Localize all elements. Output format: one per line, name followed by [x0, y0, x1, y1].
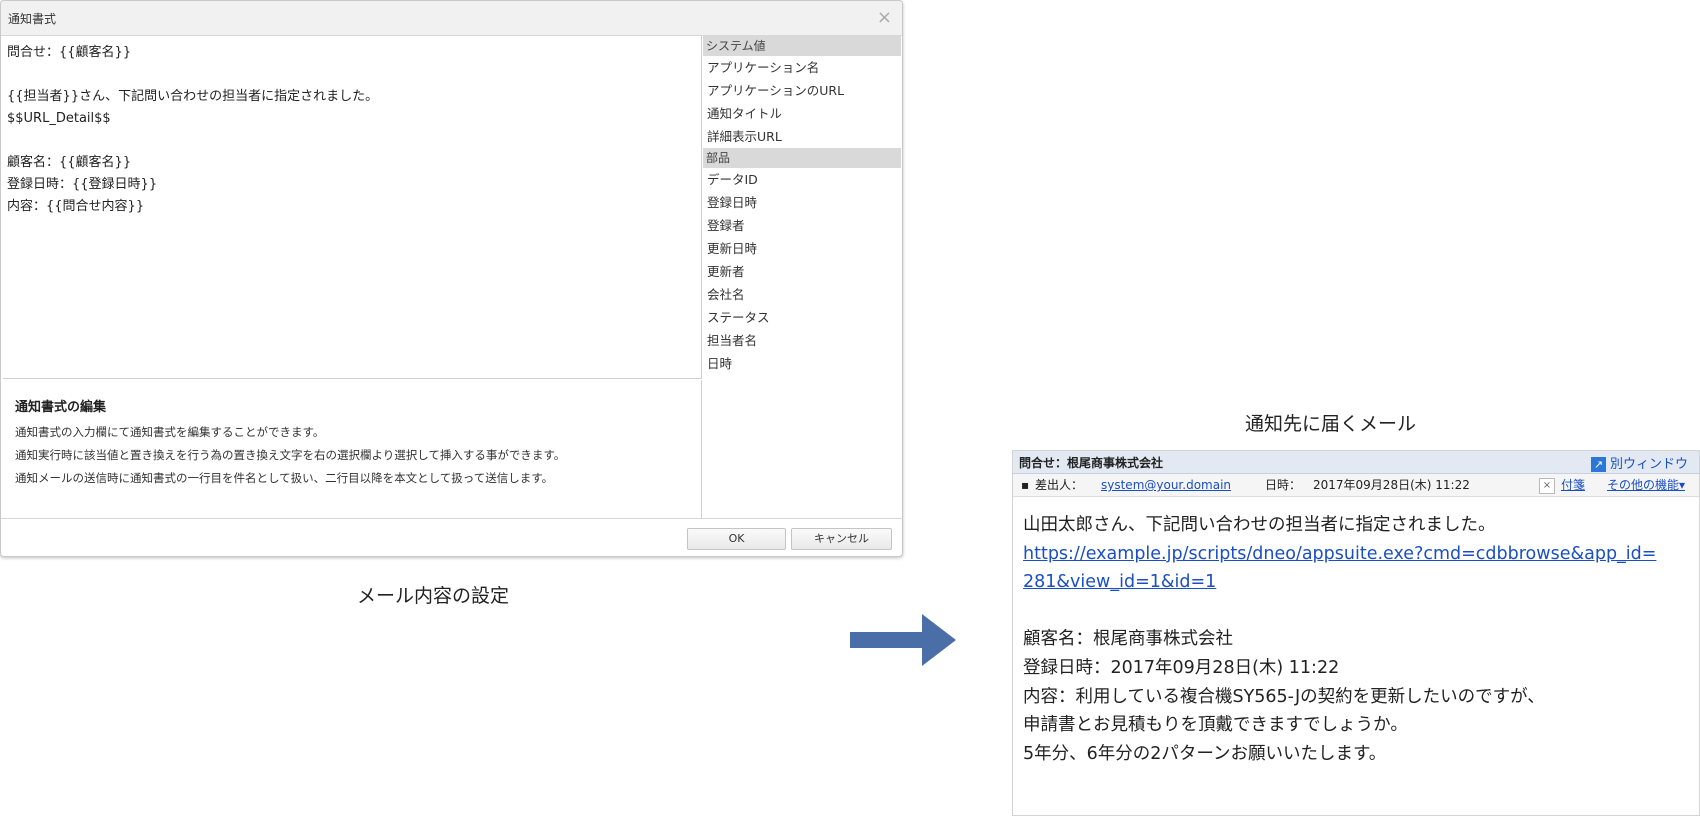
bullet-icon: ▪ — [1021, 478, 1030, 492]
list-item[interactable]: 詳細表示URL — [703, 125, 901, 148]
help-panel: 通知書式の編集 通知書式の入力欄にて通知書式を編集することができます。 通知実行… — [3, 380, 702, 518]
parts-header: 部品 — [703, 148, 901, 168]
list-item[interactable]: 担当者名 — [703, 329, 901, 352]
body-line: 内容：利用している複合機SY565-Jの契約を更新したいのですが、 — [1023, 686, 1545, 707]
caption-received-mail: 通知先に届くメール — [1245, 413, 1417, 435]
list-item[interactable]: 登録日時 — [703, 191, 901, 214]
list-item[interactable]: データID — [703, 168, 901, 191]
dialog-footer: OK キャンセル — [1, 518, 902, 556]
body-line: 山田太郎さん、下記問い合わせの担当者に指定されました。 — [1023, 515, 1496, 535]
format-editor[interactable]: 問合せ：{{顧客名}} {{担当者}}さん、下記問い合わせの担当者に指定されまし… — [3, 36, 702, 379]
body-blank — [1023, 597, 1695, 626]
date-label: 日時： — [1265, 478, 1302, 492]
editor-line: {{担当者}}さん、下記問い合わせの担当者に指定されました。 — [7, 89, 379, 104]
notification-format-dialog: 通知書式 × 問合せ：{{顧客名}} {{担当者}}さん、下記問い合わせの担当者… — [0, 0, 903, 557]
new-window-link[interactable]: ↗ 別ウィンドウ — [1591, 453, 1688, 472]
close-icon[interactable]: × — [877, 7, 892, 28]
list-item[interactable]: 会社名 — [703, 283, 901, 306]
body-line: 登録日時：2017年09月28日(木) 11:22 — [1023, 657, 1340, 678]
list-item[interactable]: 日時 — [703, 352, 901, 375]
ok-button[interactable]: OK — [687, 528, 786, 550]
list-item[interactable]: 更新日時 — [703, 237, 901, 260]
list-item[interactable]: アプリケーションのURL — [703, 79, 901, 102]
placeholder-list: システム値 アプリケーション名 アプリケーションのURL 通知タイトル 詳細表示… — [703, 36, 901, 518]
sender-link[interactable]: system@your.domain — [1101, 474, 1231, 496]
list-item[interactable]: 登録者 — [703, 214, 901, 237]
body-line: 顧客名：根尾商事株式会社 — [1023, 629, 1233, 650]
system-values-header: システム値 — [703, 36, 901, 56]
detail-url-link-cont[interactable]: 281&view_id=1&id=1 — [1023, 568, 1695, 597]
sticky-note-link[interactable]: 付箋 — [1561, 474, 1585, 496]
list-item[interactable]: 通知タイトル — [703, 102, 901, 125]
list-item[interactable]: アプリケーション名 — [703, 56, 901, 79]
help-line: 通知実行時に該当値と置き換えを行う為の置き換え文字を右の選択欄より選択して挿入す… — [15, 448, 566, 462]
sender-label: 差出人： — [1035, 478, 1084, 492]
list-item[interactable]: ステータス — [703, 306, 901, 329]
editor-line: 問合せ：{{顧客名}} — [7, 45, 132, 60]
editor-line: 顧客名：{{顧客名}} — [7, 155, 132, 170]
other-functions-menu[interactable]: その他の機能▾ — [1607, 474, 1685, 496]
mail-subject: 問合せ：根尾商事株式会社 — [1019, 456, 1164, 470]
mail-meta-bar: ▪ 差出人： system@your.domain 日時： 2017年09月28… — [1013, 474, 1699, 497]
mail-date: 2017年09月28日(木) 11:22 — [1313, 478, 1470, 492]
help-line: 通知メールの送信時に通知書式の一行目を件名として扱い、二行目以降を本文として扱っ… — [15, 471, 554, 485]
list-item[interactable]: 更新者 — [703, 260, 901, 283]
mail-subject-bar: 問合せ：根尾商事株式会社 ↗ 別ウィンドウ — [1013, 451, 1699, 474]
editor-line: 内容：{{問合せ内容}} — [7, 199, 145, 214]
help-line: 通知書式の入力欄にて通知書式を編集することができます。 — [15, 425, 325, 439]
editor-line: 登録日時：{{登録日時}} — [7, 177, 158, 192]
new-window-label: 別ウィンドウ — [1610, 457, 1689, 472]
body-line: 申請書とお見積もりを頂戴できますでしょうか。 — [1023, 715, 1408, 736]
dialog-titlebar: 通知書式 × — [1, 1, 902, 36]
cancel-button[interactable]: キャンセル — [791, 528, 892, 550]
caption-mail-settings: メール内容の設定 — [357, 585, 510, 607]
dialog-title: 通知書式 — [8, 12, 57, 26]
arrow-right-icon — [850, 614, 956, 666]
mail-body: 山田太郎さん、下記問い合わせの担当者に指定されました。 https://exam… — [1023, 511, 1695, 768]
editor-line: $$URL_Detail$$ — [7, 111, 111, 126]
close-icon[interactable]: × — [1539, 478, 1555, 494]
detail-url-link[interactable]: https://example.jp/scripts/dneo/appsuite… — [1023, 540, 1695, 569]
help-title: 通知書式の編集 — [15, 400, 107, 415]
external-link-icon: ↗ — [1591, 457, 1606, 472]
mail-preview: 問合せ：根尾商事株式会社 ↗ 別ウィンドウ ▪ 差出人： system@your.… — [1012, 450, 1700, 816]
body-line: 5年分、6年分の2パターンお願いいたします。 — [1023, 743, 1387, 764]
